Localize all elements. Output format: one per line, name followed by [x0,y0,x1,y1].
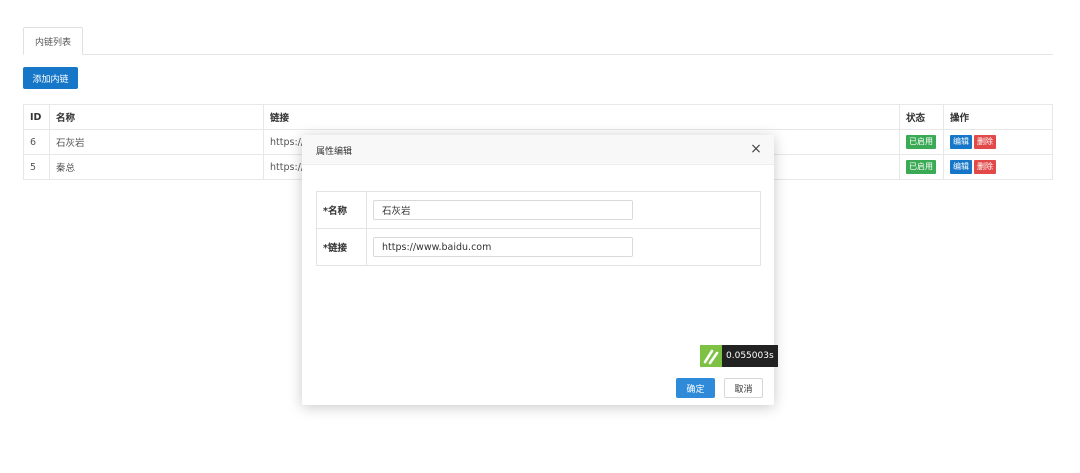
name-label: *名称 [316,191,367,229]
form-row-link: *链接 [316,228,761,266]
cell-name: 石灰岩 [49,129,264,155]
dialog-title: 属性编辑 [316,147,353,157]
dialog-header: 属性编辑 × [302,135,774,165]
add-inner-link-button[interactable]: 添加内链 [23,67,78,89]
link-label: *链接 [316,228,367,266]
close-icon[interactable]: × [748,141,764,157]
edit-button[interactable]: 编辑 [950,135,972,149]
status-badge: 已启用 [906,135,936,149]
status-badge: 已启用 [906,160,936,174]
link-field[interactable] [373,237,633,257]
column-header-status: 状态 [899,104,944,130]
cell-status: 已启用 [899,129,944,155]
cell-id: 5 [23,154,50,180]
edit-button[interactable]: 编辑 [950,160,972,174]
timer-value: 0.055003s [722,345,778,367]
cell-ops: 编辑 删除 [943,154,1053,180]
form-row-name: *名称 [316,191,761,229]
confirm-button[interactable]: 确定 [676,378,715,398]
table-header-row: ID 名称 链接 状态 操作 [23,104,1053,130]
cell-name: 秦总 [49,154,264,180]
property-edit-dialog: 属性编辑 × *名称 *链接 0.055003s 确定 取消 [302,135,778,405]
delete-button[interactable]: 删除 [974,135,996,149]
cell-id: 6 [23,129,50,155]
debug-timer: 0.055003s [700,345,778,367]
property-form: *名称 *链接 [316,191,761,266]
tab-inner-link-list[interactable]: 内链列表 [23,27,83,55]
cell-status: 已启用 [899,154,944,180]
debug-logo-icon[interactable] [700,345,722,367]
delete-button[interactable]: 删除 [974,160,996,174]
column-header-name: 名称 [49,104,264,130]
cancel-button[interactable]: 取消 [724,378,763,398]
column-header-link: 链接 [263,104,900,130]
column-header-id: ID [23,104,50,130]
column-header-ops: 操作 [943,104,1053,130]
name-field[interactable] [373,200,633,220]
cell-ops: 编辑 删除 [943,129,1053,155]
tab-bar: 内链列表 [23,27,1053,55]
